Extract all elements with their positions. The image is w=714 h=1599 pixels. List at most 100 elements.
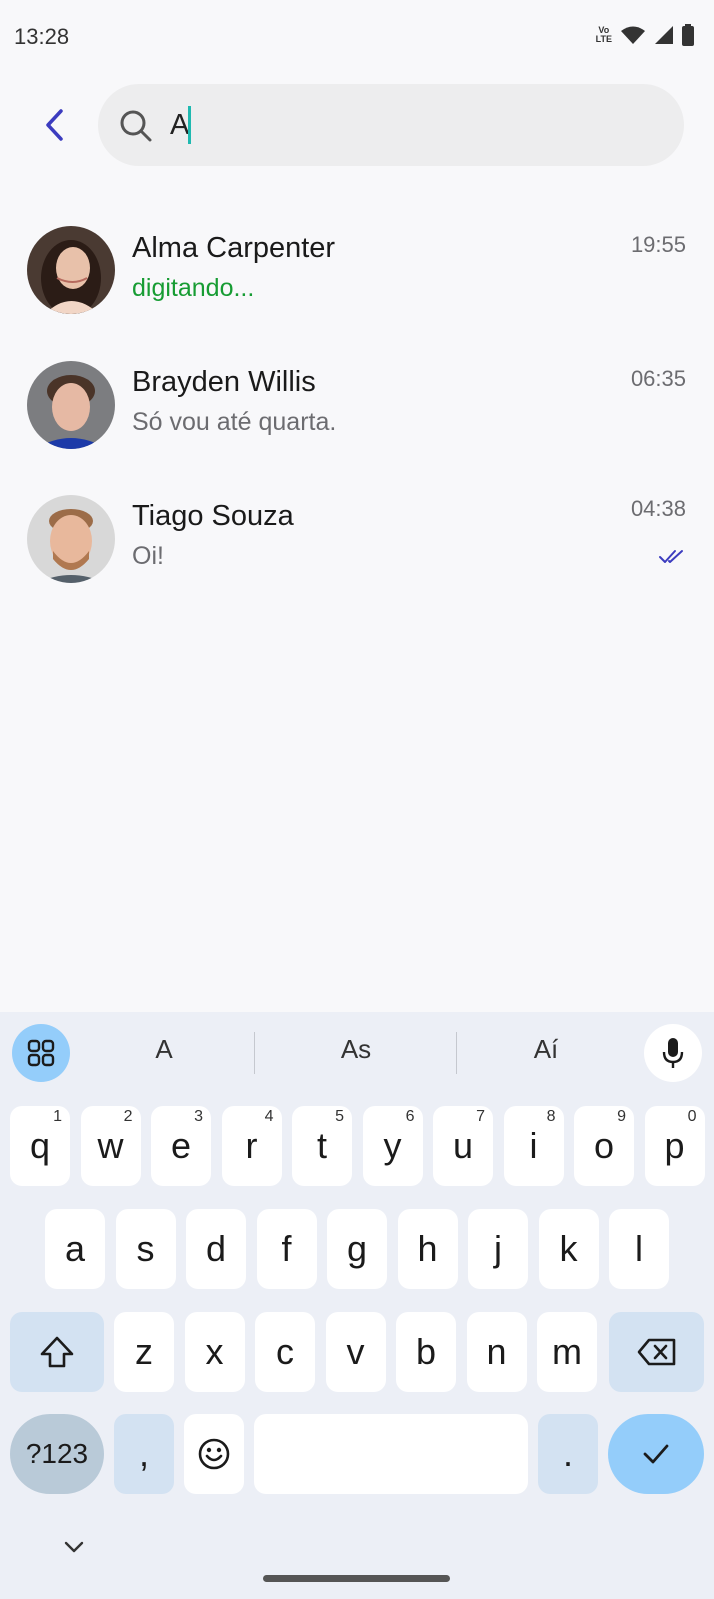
mic-icon <box>662 1038 684 1068</box>
key-label: i <box>529 1125 538 1166</box>
key-x[interactable]: x <box>184 1312 245 1392</box>
key-label: b <box>415 1331 437 1372</box>
battery-icon <box>682 24 694 46</box>
key-hint: 4 <box>264 1108 274 1125</box>
key-label: q <box>29 1125 51 1166</box>
volte-icon: Vo LTE <box>595 25 612 44</box>
key-label: l <box>635 1228 643 1269</box>
chat-time: 19:55 <box>630 232 686 257</box>
key-f[interactable]: f <box>256 1209 317 1289</box>
key-label: w <box>97 1125 124 1166</box>
status-bar: 13:28 Vo LTE <box>0 0 714 70</box>
key-hint: 8 <box>546 1108 556 1125</box>
key-n[interactable]: n <box>466 1312 527 1392</box>
key-s[interactable]: s <box>115 1209 176 1289</box>
emoji-icon <box>198 1438 230 1470</box>
chevron-down-icon[interactable] <box>62 1540 86 1554</box>
key-label: h <box>417 1228 438 1269</box>
suggestion-3[interactable]: Aí <box>486 1034 606 1065</box>
key-hint: 3 <box>194 1108 203 1125</box>
chat-item-alma-carpenter[interactable]: Alma Carpenter digitando... 19:55 <box>0 218 714 352</box>
wifi-icon <box>621 26 645 44</box>
key-label: e <box>170 1125 192 1166</box>
key-label: j <box>494 1228 502 1269</box>
key-b[interactable]: b <box>396 1312 456 1392</box>
key-label: g <box>346 1228 368 1269</box>
key-h[interactable]: h <box>397 1209 458 1289</box>
key-label: s <box>136 1228 155 1269</box>
shift-key[interactable] <box>10 1312 104 1392</box>
suggestion-divider <box>456 1032 457 1074</box>
period-key[interactable]: . <box>538 1414 598 1494</box>
key-u[interactable]: u7 <box>433 1106 493 1186</box>
key-label: n <box>486 1331 507 1372</box>
key-g[interactable]: g <box>327 1209 387 1289</box>
key-i[interactable]: i8 <box>503 1106 564 1186</box>
key-hint: 0 <box>687 1108 697 1125</box>
key-t[interactable]: t5 <box>292 1106 352 1186</box>
key-d[interactable]: d <box>186 1209 246 1289</box>
suggestion-1[interactable]: A <box>104 1034 224 1065</box>
key-label: f <box>281 1228 292 1269</box>
back-button[interactable] <box>36 100 72 150</box>
key-label: m <box>552 1331 582 1372</box>
back-arrow-icon <box>46 109 63 141</box>
chat-name: Tiago Souza <box>132 500 294 532</box>
key-m[interactable]: m <box>537 1312 597 1392</box>
key-hint: 1 <box>53 1108 62 1125</box>
key-label: k <box>559 1228 578 1269</box>
search-icon <box>120 110 152 142</box>
key-label: u <box>452 1125 474 1166</box>
key-p[interactable]: p0 <box>644 1106 705 1186</box>
key-label: p <box>664 1125 685 1166</box>
key-c[interactable]: c <box>255 1312 315 1392</box>
shift-icon <box>40 1336 74 1368</box>
key-hint: 5 <box>335 1108 344 1125</box>
key-label: r <box>245 1125 258 1166</box>
keyboard-menu-button[interactable] <box>12 1024 70 1082</box>
key-o[interactable]: o9 <box>574 1106 634 1186</box>
key-hint: 6 <box>405 1108 415 1125</box>
key-z[interactable]: z <box>114 1312 174 1392</box>
key-label: y <box>383 1125 402 1166</box>
suggestion-divider <box>254 1032 255 1074</box>
space-key[interactable] <box>254 1414 528 1494</box>
symbols-key[interactable]: ?123 <box>10 1414 104 1494</box>
key-label: z <box>135 1331 153 1372</box>
status-time: 13:28 <box>14 24 70 49</box>
emoji-key[interactable] <box>184 1414 244 1494</box>
backspace-key[interactable] <box>609 1312 704 1392</box>
chat-last-message: Oi! <box>132 542 164 570</box>
text-caret <box>188 106 191 144</box>
key-y[interactable]: y6 <box>362 1106 423 1186</box>
chat-time: 06:35 <box>630 366 686 391</box>
key-e[interactable]: e3 <box>151 1106 211 1186</box>
key-label: v <box>346 1331 365 1372</box>
chat-last-message: Só vou até quarta. <box>132 408 337 436</box>
key-l[interactable]: l <box>609 1209 669 1289</box>
key-j[interactable]: j <box>468 1209 528 1289</box>
suggestion-2[interactable]: As <box>296 1034 416 1065</box>
signal-icon <box>655 26 673 44</box>
search-input[interactable]: A <box>98 84 684 166</box>
key-v[interactable]: v <box>325 1312 386 1392</box>
home-indicator[interactable] <box>263 1575 450 1582</box>
key-a[interactable]: a <box>45 1209 105 1289</box>
key-w[interactable]: w2 <box>80 1106 141 1186</box>
status-icons: Vo LTE <box>596 24 694 46</box>
avatar <box>27 226 115 314</box>
voice-input-button[interactable] <box>644 1024 702 1082</box>
key-label: x <box>205 1331 224 1372</box>
search-query: A <box>170 109 190 141</box>
chat-time: 04:38 <box>630 496 686 521</box>
double-check-icon <box>659 550 683 563</box>
chat-item-tiago-souza[interactable]: Tiago Souza Oi! 04:38 <box>0 486 714 620</box>
chat-item-brayden-willis[interactable]: Brayden Willis Só vou até quarta. 06:35 <box>0 352 714 486</box>
soft-keyboard: A As Aí ?123 , . q 1 w 2 e 3 r 4 t 5 y 6… <box>0 1012 714 1599</box>
check-icon <box>643 1444 669 1464</box>
key-q[interactable]: q1 <box>10 1106 70 1186</box>
key-r[interactable]: r4 <box>221 1106 282 1186</box>
key-k[interactable]: k <box>538 1209 599 1289</box>
comma-key[interactable]: , <box>114 1414 174 1494</box>
enter-key[interactable] <box>608 1414 704 1494</box>
